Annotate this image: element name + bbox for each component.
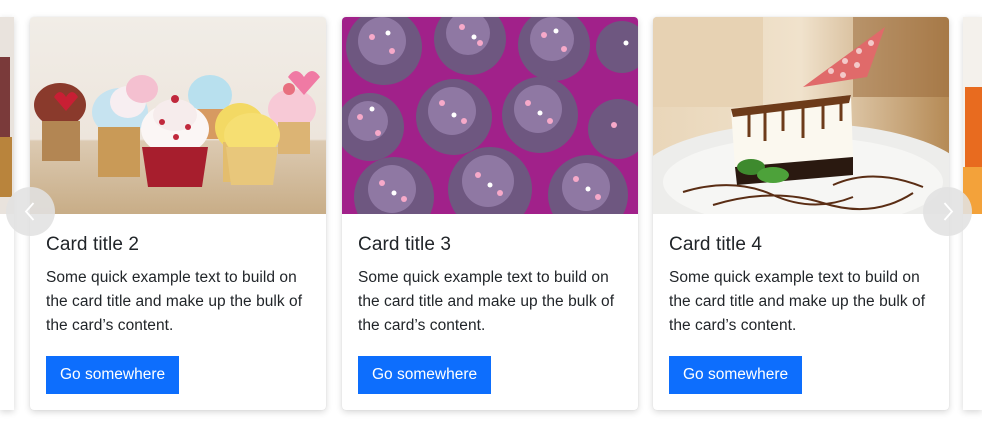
colorful-cupcakes-photo: [30, 17, 326, 214]
previous-card-image: [0, 17, 14, 214]
go-somewhere-button[interactable]: Go somewhere: [669, 356, 803, 394]
card-image: [30, 17, 326, 214]
card-text: Some quick example text to build on the …: [46, 269, 303, 334]
card-body: Card title 3 Some quick example text to …: [358, 214, 624, 338]
card-body: Card title 4 Some quick example text to …: [669, 214, 935, 338]
card-image: [342, 17, 638, 214]
carousel-prev-button[interactable]: [6, 187, 55, 236]
go-somewhere-button[interactable]: Go somewhere: [358, 356, 492, 394]
chevron-right-icon: [943, 202, 954, 221]
next-card-image: [963, 17, 982, 214]
carousel-card: Card title 4 Some quick example text to …: [653, 17, 949, 410]
carousel-card: Card title 3 Some quick example text to …: [342, 17, 638, 410]
card-carousel: Card title 2 Some quick example text to …: [0, 0, 982, 428]
cheesecake-slice-photo: [653, 17, 949, 214]
card-image: [653, 17, 949, 214]
go-somewhere-button[interactable]: Go somewhere: [46, 356, 180, 394]
card-body: Card title 2 Some quick example text to …: [46, 214, 312, 338]
card-title: Card title 4: [669, 234, 763, 255]
purple-cupcakes-photo: [342, 17, 638, 214]
card-text: Some quick example text to build on the …: [358, 269, 615, 334]
carousel-card: Card title 2 Some quick example text to …: [30, 17, 326, 410]
chevron-left-icon: [24, 202, 35, 221]
card-title: Card title 2: [46, 234, 140, 255]
carousel-next-button[interactable]: [923, 187, 972, 236]
card-title: Card title 3: [358, 234, 452, 255]
card-text: Some quick example text to build on the …: [669, 269, 926, 334]
